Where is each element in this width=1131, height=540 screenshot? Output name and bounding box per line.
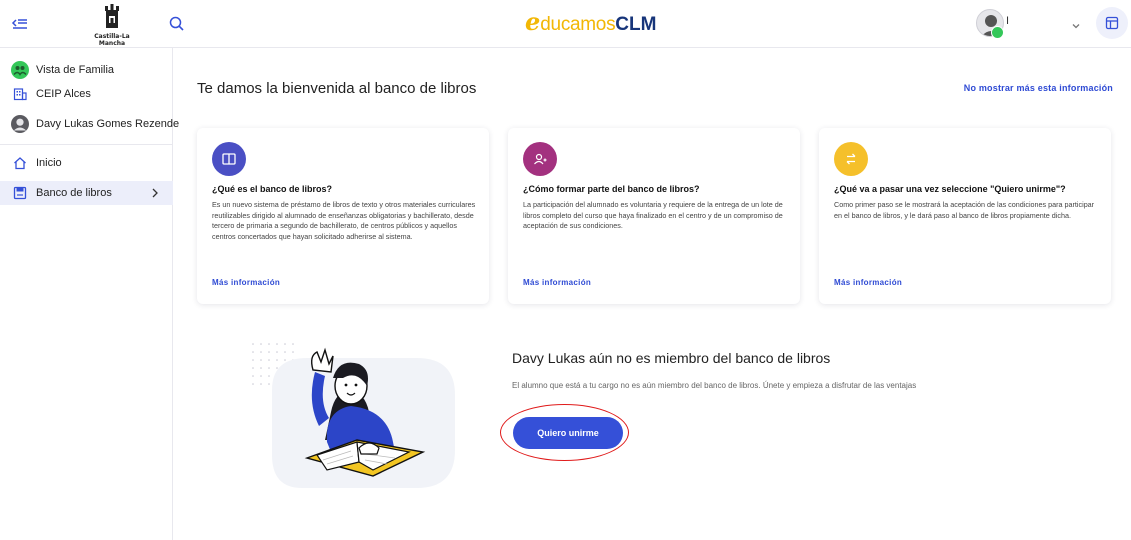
home-icon [10, 153, 30, 173]
school-item[interactable]: CEIP Alces [0, 82, 173, 106]
card-title: ¿Qué va a pasar una vez seleccione "Quie… [834, 184, 1066, 194]
user-name: I [1006, 15, 1010, 27]
student-reading-illustration [247, 330, 457, 490]
top-header: Castilla-La Mancha e ducamos CLM I [0, 0, 1131, 48]
sidebar-item-label: Banco de libros [36, 187, 112, 199]
card-title: ¿Cómo formar parte del banco de libros? [523, 184, 700, 194]
card-title: ¿Qué es el banco de libros? [212, 184, 333, 194]
card-text: Es un nuevo sistema de préstamo de libro… [212, 200, 476, 241]
info-card-next: ¿Qué va a pasar una vez seleccione "Quie… [819, 128, 1111, 304]
card-text: La participación del alumnado es volunta… [523, 200, 783, 231]
sidebar-item-label: Inicio [36, 157, 62, 169]
book-bank-icon [10, 183, 30, 203]
info-card-how: ¿Cómo formar parte del banco de libros? … [508, 128, 800, 304]
info-card-what: ¿Qué es el banco de libros? Es un nuevo … [197, 128, 489, 304]
page-title: Te damos la bienvenida al banco de libro… [197, 80, 477, 97]
family-view-item[interactable]: Vista de Familia [0, 58, 173, 82]
highlight-annotation-circle [500, 404, 629, 461]
more-info-link[interactable]: Más información [834, 278, 902, 287]
chevron-right-icon [152, 188, 158, 198]
educamos-clm-logo[interactable]: e ducamos CLM [525, 10, 656, 38]
card-text: Como primer paso se le mostrará la acept… [834, 200, 1095, 220]
book-open-icon [212, 142, 246, 176]
brand-clm: CLM [615, 14, 657, 35]
sidebar-item-inicio[interactable]: Inicio [0, 151, 173, 175]
school-label: CEIP Alces [36, 88, 91, 100]
add-person-icon [523, 142, 557, 176]
castle-crest-icon [105, 4, 119, 28]
layout-icon [1105, 16, 1119, 30]
jccm-logo[interactable]: Castilla-La Mancha [84, 4, 140, 47]
student-item[interactable]: Davy Lukas Gomes Rezende [0, 112, 179, 136]
student-avatar-icon [10, 114, 30, 134]
exchange-icon [834, 142, 868, 176]
sidebar: Vista de Familia CEIP Alces Davy Lukas G… [0, 48, 179, 540]
chevron-down-icon[interactable] [1071, 18, 1081, 29]
more-info-link[interactable]: Más información [523, 278, 591, 287]
family-view-label: Vista de Familia [36, 64, 115, 76]
student-name: Davy Lukas Gomes Rezende [36, 118, 180, 130]
brand-e: e [525, 7, 541, 36]
membership-status-title: Davy Lukas aún no es miembro del banco d… [512, 350, 831, 366]
family-icon [10, 60, 30, 80]
search-icon[interactable] [168, 15, 186, 33]
sidebar-divider [0, 144, 173, 145]
brand-ducamos: ducamos [540, 14, 616, 35]
collapse-menu-icon[interactable] [10, 15, 30, 33]
membership-status-description: El alumno que está a tu cargo no es aún … [512, 381, 917, 390]
school-building-icon [10, 84, 30, 104]
dismiss-info-link[interactable]: No mostrar más esta información [964, 83, 1113, 93]
layout-button[interactable] [1096, 7, 1128, 39]
family-badge-icon [991, 26, 1004, 39]
more-info-link[interactable]: Más información [212, 278, 280, 287]
logo-text: Castilla-La Mancha [94, 33, 130, 47]
sidebar-item-banco-de-libros[interactable]: Banco de libros [0, 181, 173, 205]
